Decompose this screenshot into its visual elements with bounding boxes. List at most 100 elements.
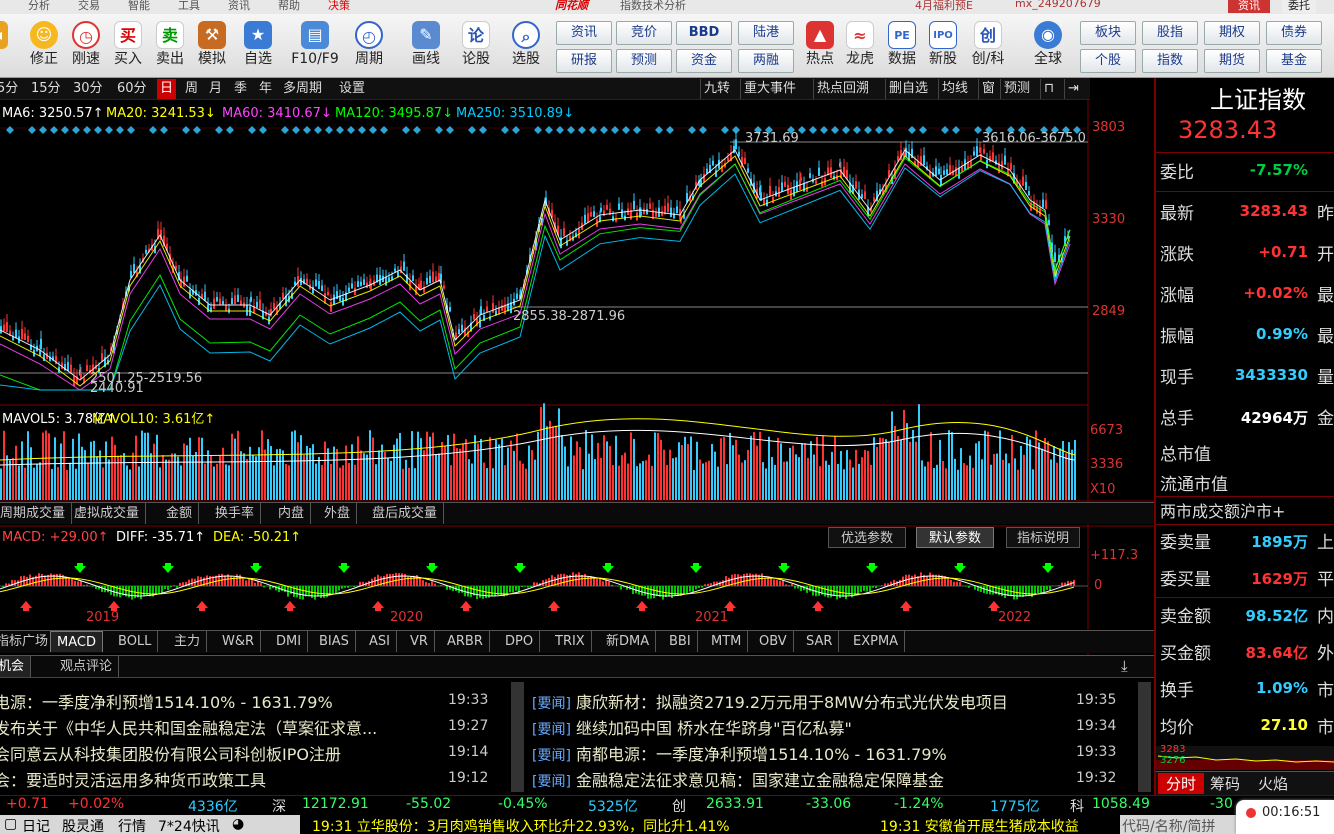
capital-button[interactable]: 资金 bbox=[676, 49, 732, 73]
tab-vr[interactable]: VR bbox=[404, 631, 435, 652]
research-button[interactable]: 研报 bbox=[556, 49, 612, 73]
period-30min[interactable]: 30分 bbox=[70, 79, 106, 99]
search-code-input[interactable]: 代码/名称/简拼 bbox=[1122, 816, 1215, 834]
hk-connect-button[interactable]: 陆港 bbox=[738, 21, 794, 45]
indicator-help-button[interactable]: 指标说明 bbox=[1006, 527, 1081, 548]
tab-outer[interactable]: 外盘 bbox=[318, 503, 358, 524]
cycle-button[interactable]: ◴ 周期 bbox=[347, 19, 391, 75]
tab-amount[interactable]: 金额 bbox=[160, 503, 200, 524]
stock-select-button[interactable]: ⌕ 选股 bbox=[504, 19, 548, 75]
tab-comments[interactable]: 观点评论 bbox=[54, 656, 120, 677]
ma-lines-button[interactable]: 均线 bbox=[938, 79, 971, 99]
tab-bias[interactable]: BIAS bbox=[313, 631, 356, 652]
bottom-chat-icon[interactable]: ▢ bbox=[4, 816, 17, 832]
tab-macd[interactable]: MACD bbox=[50, 631, 103, 652]
period-month[interactable]: 月 bbox=[206, 79, 225, 99]
major-events-button[interactable]: 重大事件 bbox=[740, 79, 799, 99]
news-left-2[interactable]: 会同意云从科技集团股份有限公司科创板IPO注册 bbox=[0, 741, 341, 765]
tab-after-hours[interactable]: 盘后成交量 bbox=[366, 503, 445, 524]
period-day[interactable]: 日 bbox=[157, 79, 177, 99]
correct-button[interactable]: ☺ 修正 bbox=[22, 19, 66, 75]
download-icon[interactable]: ⤓ bbox=[1121, 657, 1128, 675]
tab-virtual-volume[interactable]: 虚拟成交量 bbox=[68, 503, 147, 524]
bottom-stock-link[interactable]: 股灵通 bbox=[62, 816, 104, 834]
period-60min[interactable]: 60分 bbox=[114, 79, 150, 99]
news-scrollbar-left[interactable] bbox=[511, 682, 524, 792]
period-15min[interactable]: 15分 bbox=[28, 79, 64, 99]
bonds-button[interactable]: 债券 bbox=[1266, 21, 1322, 45]
tab-main-force[interactable]: 主力 bbox=[168, 631, 208, 652]
simulate-button[interactable]: ⚒ 模拟 bbox=[190, 19, 234, 75]
speed-button[interactable]: ◷ 刚速 bbox=[64, 19, 108, 75]
hot-button[interactable]: ▲ 热点 bbox=[798, 19, 842, 75]
tab-wr[interactable]: W&R bbox=[216, 631, 262, 652]
menu-item-news[interactable]: 资讯 bbox=[228, 0, 250, 13]
menu-item-smart[interactable]: 智能 bbox=[128, 0, 150, 13]
stock-index-button[interactable]: 股指 bbox=[1142, 21, 1198, 45]
tab-dpo[interactable]: DPO bbox=[499, 631, 541, 652]
forecast-view-button[interactable]: 预测 bbox=[1000, 79, 1033, 99]
tab-arbr[interactable]: ARBR bbox=[441, 631, 490, 652]
entrust-top-button[interactable]: 委托 bbox=[1282, 0, 1316, 13]
buy-button[interactable]: 买买入 bbox=[106, 19, 150, 75]
tab-chips[interactable]: 筹码 bbox=[1210, 773, 1240, 794]
tab-flame[interactable]: 火焰 bbox=[1258, 773, 1288, 794]
sector-button[interactable]: 板块 bbox=[1080, 21, 1136, 45]
tab-expma[interactable]: EXPMA bbox=[847, 631, 906, 652]
news-left-0[interactable]: 电源：一季度净利预增1514.10% - 1631.79% bbox=[0, 689, 333, 713]
options-button[interactable]: 期权 bbox=[1204, 21, 1260, 45]
period-settings[interactable]: 设置 bbox=[336, 79, 368, 99]
tab-dmi[interactable]: DMI bbox=[270, 631, 309, 652]
discuss-button[interactable]: 论论股 bbox=[454, 19, 498, 75]
bottom-market[interactable]: 行情 bbox=[118, 816, 146, 834]
menu-item-analysis[interactable]: 分析 bbox=[28, 0, 50, 13]
promo-link[interactable]: 4月福利预E bbox=[915, 0, 973, 13]
tab-bbi[interactable]: BBI bbox=[663, 631, 698, 652]
news-scrollbar-right[interactable] bbox=[1138, 682, 1151, 792]
star-market-button[interactable]: 创创/科 bbox=[966, 19, 1010, 75]
tab-boll[interactable]: BOLL bbox=[112, 631, 159, 652]
menu-item-trade[interactable]: 交易 bbox=[78, 0, 100, 13]
period-5min[interactable]: 5分 bbox=[0, 79, 21, 99]
wechat-icon[interactable]: ◕ bbox=[232, 816, 244, 832]
bottom-diary[interactable]: 日记 bbox=[22, 816, 50, 834]
tab-asi[interactable]: ASI bbox=[363, 631, 397, 652]
news-right-0[interactable]: [要闻] 康欣新材：拟融资2719.2万元用于8MW分布式光伏发电项目 bbox=[532, 689, 1008, 713]
dragon-button[interactable]: ≈ 龙虎 bbox=[838, 19, 882, 75]
forecast-button[interactable]: 预测 bbox=[616, 49, 672, 73]
period-year[interactable]: 年 bbox=[256, 79, 275, 99]
period-multi[interactable]: 多周期 bbox=[280, 79, 325, 99]
f10-button[interactable]: ▤ F10/F9 bbox=[290, 19, 340, 75]
tab-obv[interactable]: OBV bbox=[753, 631, 794, 652]
nine-turn-button[interactable]: 九转 bbox=[700, 79, 733, 99]
menu-item-help[interactable]: 帮助 bbox=[278, 0, 300, 13]
margin-button[interactable]: 两融 bbox=[738, 49, 794, 73]
nav-back-button[interactable]: ◂ bbox=[0, 19, 10, 75]
menu-item-tools[interactable]: 工具 bbox=[178, 0, 200, 13]
news-left-1[interactable]: 发布关于《中华人民共和国金融稳定法（草案征求意... bbox=[0, 715, 377, 739]
news-right-3[interactable]: [要闻] 金融稳定法征求意见稿：国家建立金融稳定保障基金 bbox=[532, 767, 944, 791]
default-params-button[interactable]: 默认参数 bbox=[916, 527, 995, 548]
bbd-button[interactable]: BBD bbox=[676, 21, 732, 45]
ticker-item-2[interactable]: 19:31 安徽省开展生猪成本收益 bbox=[880, 816, 1079, 834]
funds-button[interactable]: 基金 bbox=[1266, 49, 1322, 73]
period-week[interactable]: 周 bbox=[182, 79, 201, 99]
individual-stock-button[interactable]: 个股 bbox=[1080, 49, 1136, 73]
remove-watchlist-button[interactable]: 删自选 bbox=[885, 79, 931, 99]
news-left-3[interactable]: 会：要适时灵活运用多种货币政策工具 bbox=[0, 767, 266, 791]
sell-button[interactable]: 卖卖出 bbox=[148, 19, 192, 75]
tab-new-dma[interactable]: 新DMA bbox=[600, 631, 657, 652]
news-top-button[interactable]: 资讯 bbox=[1228, 0, 1270, 13]
news-button[interactable]: 资讯 bbox=[556, 21, 612, 45]
lock-icon[interactable]: ⊓ bbox=[1040, 79, 1057, 99]
expand-icon[interactable]: ⇥ bbox=[1064, 79, 1082, 99]
tab-turnover[interactable]: 换手率 bbox=[209, 503, 262, 524]
tab-intraday[interactable]: 分时 bbox=[1158, 773, 1205, 794]
period-quarter[interactable]: 季 bbox=[231, 79, 250, 99]
bottom-flash-news[interactable]: 7*24快讯 bbox=[158, 816, 220, 834]
preferred-params-button[interactable]: 优选参数 bbox=[828, 527, 907, 548]
tab-mtm[interactable]: MTM bbox=[705, 631, 749, 652]
tab-inner[interactable]: 内盘 bbox=[272, 503, 312, 524]
tab-period-volume[interactable]: 周期成交量 bbox=[0, 503, 73, 524]
auction-button[interactable]: 竞价 bbox=[616, 21, 672, 45]
